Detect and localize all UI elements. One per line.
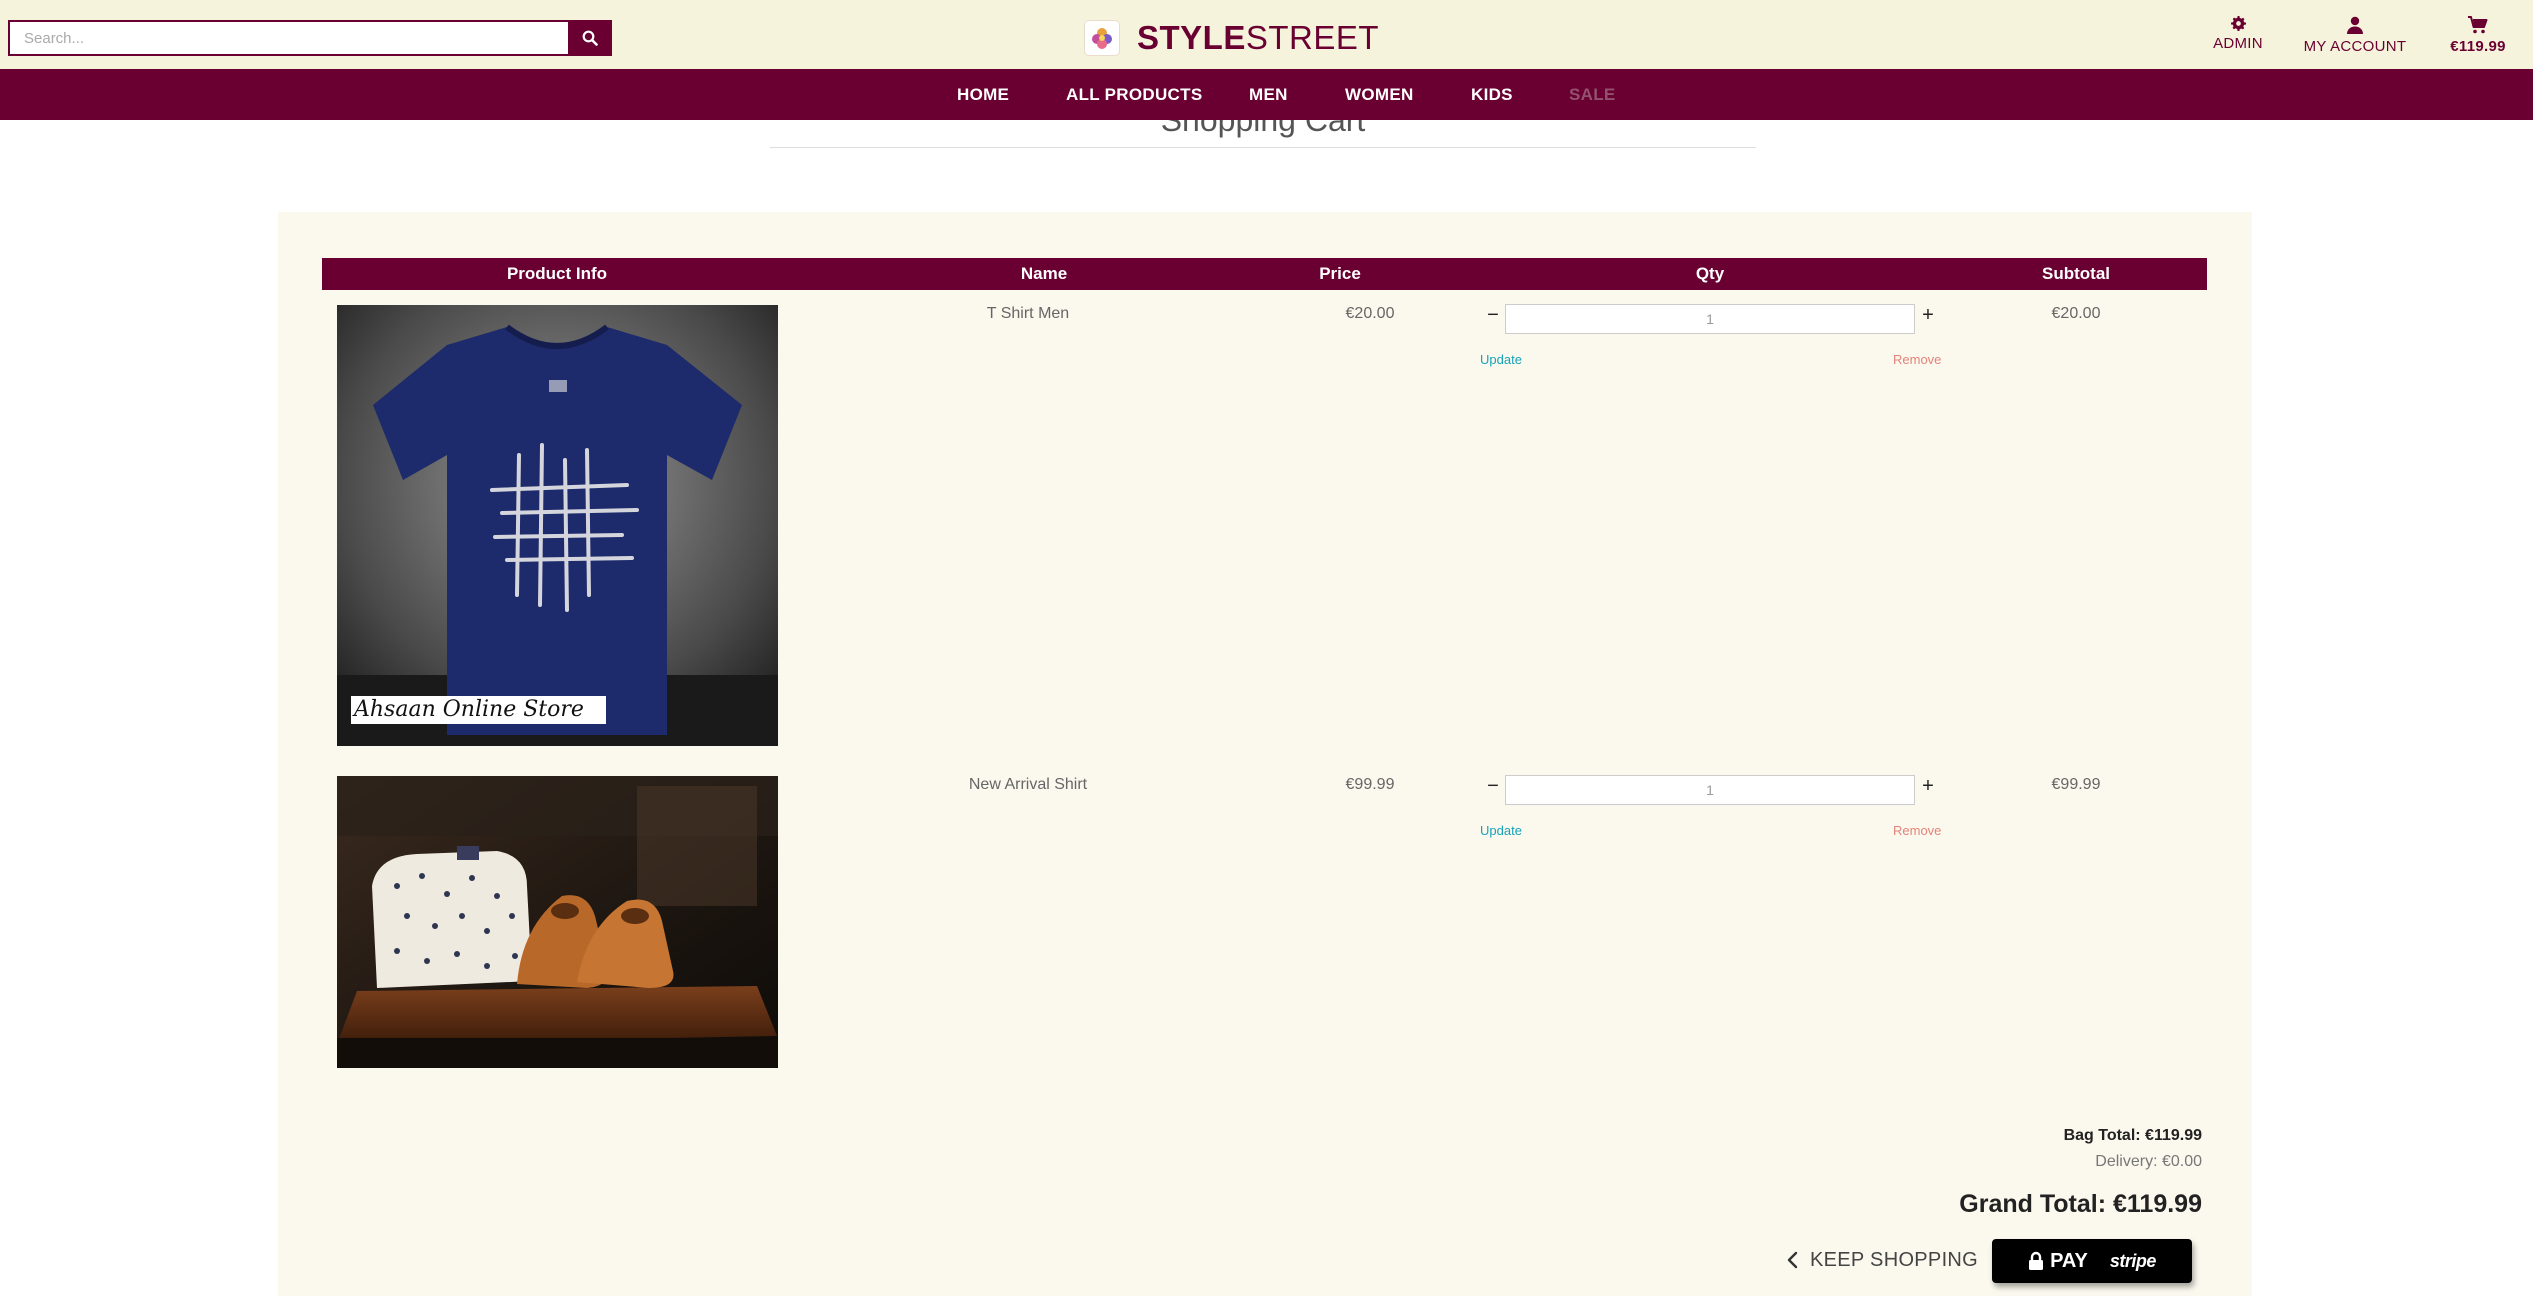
remove-link[interactable]: Remove bbox=[1893, 823, 1941, 838]
nav-sale[interactable]: SALE bbox=[1569, 69, 1616, 120]
top-header: STYLESTREET ADMIN MY ACCOUNT €119.99 bbox=[0, 0, 2533, 69]
search-form bbox=[8, 20, 612, 56]
header-qty: Qty bbox=[1695, 264, 1725, 283]
keep-shopping-label: KEEP SHOPPING bbox=[1810, 1248, 1979, 1271]
title-divider bbox=[770, 147, 1756, 148]
qty-increment-button[interactable]: + bbox=[1918, 304, 1938, 327]
brand-logo-icon bbox=[1085, 21, 1119, 55]
lock-icon bbox=[2029, 1251, 2044, 1270]
product-price: €20.00 bbox=[1345, 305, 1395, 322]
nav-home[interactable]: HOME bbox=[957, 69, 1009, 120]
header-price: Price bbox=[1319, 264, 1361, 283]
header-product-info: Product Info bbox=[506, 264, 608, 283]
brand-name-light: STREET bbox=[1245, 19, 1380, 56]
qty-decrement-button[interactable]: − bbox=[1483, 304, 1503, 327]
product-subtotal: €20.00 bbox=[2051, 305, 2101, 322]
product-price: €99.99 bbox=[1345, 776, 1395, 793]
remove-link[interactable]: Remove bbox=[1893, 352, 1941, 367]
update-link[interactable]: Update bbox=[1480, 352, 1522, 367]
qty-input[interactable] bbox=[1505, 304, 1915, 334]
brand-logo-link[interactable]: STYLESTREET bbox=[1085, 19, 1379, 57]
product-image-shirt-shoes[interactable] bbox=[337, 776, 778, 1068]
nav-women[interactable]: WOMEN bbox=[1345, 69, 1414, 120]
cart-table-header: Product Info Name Price Qty Subtotal bbox=[322, 258, 2207, 290]
product-name[interactable]: T Shirt Men bbox=[928, 305, 1128, 323]
search-button[interactable] bbox=[568, 20, 612, 56]
page-title-wrap: Shopping Cart bbox=[770, 120, 1756, 148]
admin-link[interactable]: ADMIN bbox=[2208, 16, 2268, 52]
product-subtotal: €99.99 bbox=[2051, 776, 2101, 793]
nav-kids[interactable]: KIDS bbox=[1471, 69, 1513, 120]
nav-all-products[interactable]: ALL PRODUCTS bbox=[1066, 69, 1202, 120]
update-link[interactable]: Update bbox=[1480, 823, 1522, 838]
cart-total: €119.99 bbox=[2450, 38, 2506, 55]
my-account-label: MY ACCOUNT bbox=[2303, 38, 2407, 55]
search-icon bbox=[582, 30, 598, 46]
page-title: Shopping Cart bbox=[1160, 120, 1366, 138]
qty-input[interactable] bbox=[1505, 775, 1915, 805]
pay-label: PAY bbox=[2050, 1249, 2088, 1272]
grand-total: Grand Total: €119.99 bbox=[1959, 1190, 2202, 1218]
user-icon bbox=[2347, 16, 2363, 34]
search-input[interactable] bbox=[8, 20, 568, 56]
gear-icon bbox=[2230, 16, 2246, 31]
main-nav: HOME ALL PRODUCTS MEN WOMEN KIDS SALE bbox=[0, 69, 2533, 120]
brand-name-bold: STYLE bbox=[1137, 19, 1246, 56]
admin-label: ADMIN bbox=[2213, 35, 2263, 52]
my-account-link[interactable]: MY ACCOUNT bbox=[2300, 16, 2410, 55]
product-name[interactable]: New Arrival Shirt bbox=[928, 776, 1128, 794]
bag-total: Bag Total: €119.99 bbox=[2063, 1127, 2202, 1144]
product-image-caption: Ahsaan Online Store bbox=[354, 697, 584, 722]
header-subtotal: Subtotal bbox=[2042, 264, 2110, 283]
delivery-cost: Delivery: €0.00 bbox=[2095, 1153, 2202, 1170]
qty-increment-button[interactable]: + bbox=[1918, 775, 1938, 798]
pay-stripe-button[interactable]: PAY stripe bbox=[1992, 1239, 2192, 1283]
header-name: Name bbox=[1020, 264, 1068, 283]
brand-name: STYLESTREET bbox=[1137, 19, 1379, 57]
shopping-cart-icon bbox=[2468, 16, 2488, 34]
product-image-tshirt[interactable]: Ahsaan Online Store bbox=[337, 305, 778, 746]
chevron-left-icon bbox=[1787, 1251, 1798, 1269]
cart-link[interactable]: €119.99 bbox=[2446, 16, 2510, 55]
nav-men[interactable]: MEN bbox=[1249, 69, 1288, 120]
stripe-logo-text: stripe bbox=[2109, 1250, 2157, 1271]
qty-decrement-button[interactable]: − bbox=[1483, 775, 1503, 798]
keep-shopping-button[interactable]: KEEP SHOPPING bbox=[1786, 1245, 1978, 1275]
